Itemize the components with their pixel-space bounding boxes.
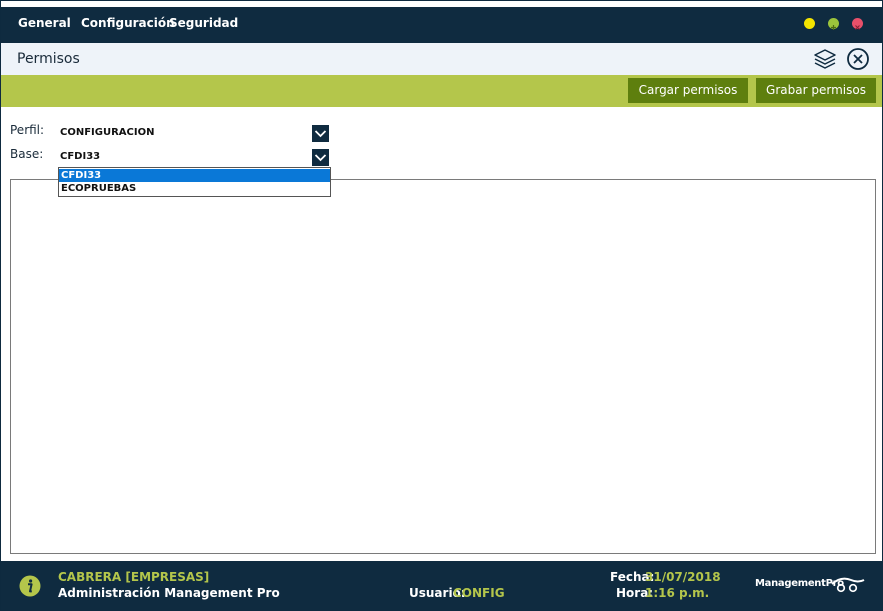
layers-icon[interactable] <box>813 47 837 71</box>
plus-icon <box>831 25 836 30</box>
chevron-down-icon[interactable] <box>312 149 329 166</box>
app-window: General Configuración Seguridad Permisos <box>0 0 883 611</box>
base-value: CFDI33 <box>60 151 101 162</box>
page-title: Permisos <box>17 51 80 67</box>
company-name: CABRERA [EMPRESAS] <box>58 570 210 584</box>
base-label: Base: <box>10 147 44 161</box>
base-option-cfdi33[interactable]: CFDI33 <box>59 169 330 182</box>
perfil-value: CONFIGURACION <box>60 127 155 138</box>
perfil-label: Perfil: <box>10 123 45 137</box>
menu-configuracion[interactable]: Configuración <box>81 16 175 30</box>
perfil-select[interactable]: CONFIGURACION <box>58 125 329 142</box>
menu-general[interactable]: General <box>18 16 71 30</box>
x-icon <box>855 25 860 30</box>
base-dropdown-list: CFDI33 ECOPRUEBAS <box>58 167 331 197</box>
save-permissions-button[interactable]: Grabar permisos <box>756 78 876 103</box>
maximize-button[interactable] <box>828 18 839 30</box>
menu-seguridad[interactable]: Seguridad <box>169 16 238 30</box>
date-value: 31/07/2018 <box>645 570 721 584</box>
base-select[interactable]: CFDI33 <box>58 149 329 166</box>
close-window-button[interactable] <box>852 18 863 30</box>
menu-bar: General Configuración Seguridad <box>1 1 882 43</box>
user-value: CONFIG <box>453 586 505 600</box>
close-circle-icon[interactable] <box>846 47 870 71</box>
time-value: 1:16 p.m. <box>645 586 710 600</box>
info-icon <box>19 575 41 601</box>
title-bar: Permisos <box>1 43 882 75</box>
permissions-panel[interactable] <box>10 179 876 554</box>
status-bar: CABRERA [EMPRESAS] Administración Manage… <box>1 561 882 610</box>
chevron-down-icon[interactable] <box>312 125 329 142</box>
toolbar: Cargar permisos Grabar permisos <box>1 75 882 107</box>
base-option-ecopruebas[interactable]: ECOPRUEBAS <box>59 182 330 195</box>
minimize-button[interactable] <box>804 18 815 29</box>
app-name: Administración Management Pro <box>58 586 280 600</box>
load-permissions-button[interactable]: Cargar permisos <box>628 78 748 103</box>
brand-logo-icon <box>831 574 865 598</box>
